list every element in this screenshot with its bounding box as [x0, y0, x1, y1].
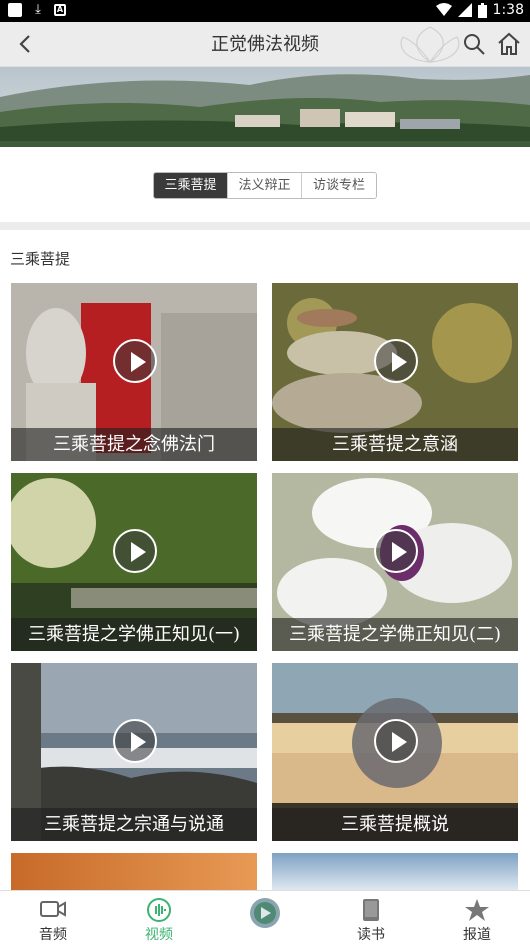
- download-icon: ⤓: [35, 2, 41, 17]
- play-icon[interactable]: [113, 339, 157, 383]
- play-icon[interactable]: [374, 529, 418, 573]
- bottom-navigation: 音频 视频 读书 报道: [0, 890, 530, 943]
- video-card[interactable]: 三乘菩提概说: [272, 663, 518, 841]
- video-caption: 三乘菩提概说: [272, 808, 518, 841]
- lotus-decoration-icon: [400, 26, 460, 63]
- video-caption: 三乘菩提之念佛法门: [11, 428, 257, 461]
- play-icon[interactable]: [374, 339, 418, 383]
- video-card-partial[interactable]: [272, 853, 518, 890]
- book-icon: [363, 899, 379, 921]
- tab-fangtan-zhuanlan[interactable]: 访谈专栏: [302, 173, 376, 198]
- nav-label: 报道: [463, 927, 491, 943]
- section-title: 三乘菩提: [10, 250, 71, 268]
- nav-label: 读书: [357, 927, 385, 943]
- temple-banner-image: [0, 67, 530, 147]
- app-notification-icon: A: [54, 4, 66, 16]
- star-icon: [465, 899, 489, 921]
- category-tabs: 三乘菩提 法义辩正 访谈专栏: [153, 172, 377, 199]
- video-card[interactable]: 三乘菩提之意涵: [272, 283, 518, 461]
- soundwave-icon: [147, 898, 171, 922]
- video-caption: 三乘菩提之学佛正知见(二): [272, 618, 518, 651]
- play-icon[interactable]: [113, 719, 157, 763]
- play-icon[interactable]: [113, 529, 157, 573]
- video-card[interactable]: 三乘菩提之学佛正知见(二): [272, 473, 518, 651]
- section-divider: [0, 222, 530, 230]
- video-camera-icon: [40, 901, 66, 917]
- nav-label: 视频: [145, 927, 173, 943]
- battery-icon: [477, 2, 487, 18]
- app-bar: 正觉佛法视频: [0, 22, 530, 67]
- video-caption: 三乘菩提之意涵: [272, 428, 518, 461]
- video-thumbnail: [11, 853, 257, 890]
- nav-item-reading[interactable]: 读书: [318, 891, 424, 943]
- home-icon[interactable]: [496, 31, 522, 57]
- search-icon[interactable]: [462, 32, 486, 56]
- nav-item-audio[interactable]: 音频: [0, 891, 106, 943]
- signal-icon: [457, 3, 472, 17]
- wifi-icon: [435, 3, 452, 16]
- status-bar: ⤓ A 1:38: [0, 0, 530, 22]
- tab-sancheng-puti[interactable]: 三乘菩提: [154, 173, 228, 198]
- video-thumbnail: [272, 853, 518, 890]
- video-card[interactable]: 三乘菩提之念佛法门: [11, 283, 257, 461]
- nav-label: 音频: [39, 927, 67, 943]
- video-caption: 三乘菩提之学佛正知见(一): [11, 618, 257, 651]
- nav-item-center[interactable]: [212, 891, 318, 942]
- nav-item-video[interactable]: 视频: [106, 891, 212, 943]
- video-caption: 三乘菩提之宗通与说通: [11, 808, 257, 841]
- video-card-partial[interactable]: [11, 853, 257, 890]
- video-card[interactable]: 三乘菩提之学佛正知见(一): [11, 473, 257, 651]
- status-time: 1:38: [492, 2, 524, 18]
- tab-fayi-bianzheng[interactable]: 法义辩正: [228, 173, 302, 198]
- center-logo-icon: [250, 898, 280, 928]
- notification-icon: [8, 3, 22, 17]
- video-card[interactable]: 三乘菩提之宗通与说通: [11, 663, 257, 841]
- play-icon[interactable]: [374, 719, 418, 763]
- nav-item-reports[interactable]: 报道: [424, 891, 530, 943]
